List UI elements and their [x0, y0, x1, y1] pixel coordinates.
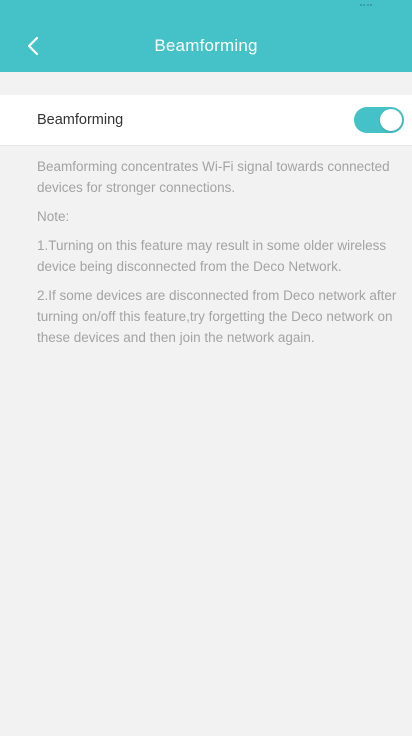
chevron-left-icon: [27, 36, 39, 56]
description-text: Beamforming concentrates Wi-Fi signal to…: [37, 159, 390, 195]
note-heading: Note:: [37, 209, 70, 224]
back-button[interactable]: [20, 32, 48, 60]
status-bar: [0, 0, 412, 20]
page-title: Beamforming: [154, 36, 258, 55]
toggle-knob: [380, 109, 402, 131]
nav-bar: Beamforming: [0, 20, 412, 72]
beamforming-toggle[interactable]: [354, 107, 404, 133]
note-item-1: 1.Turning on this feature may result in …: [37, 238, 387, 274]
note-item-2: 2.If some devices are disconnected from …: [37, 288, 397, 345]
signal-icon: [360, 4, 372, 10]
description-block: Beamforming concentrates Wi-Fi signal to…: [37, 156, 397, 356]
beamforming-label: Beamforming: [37, 112, 124, 128]
beamforming-setting-row: Beamforming: [0, 95, 412, 146]
